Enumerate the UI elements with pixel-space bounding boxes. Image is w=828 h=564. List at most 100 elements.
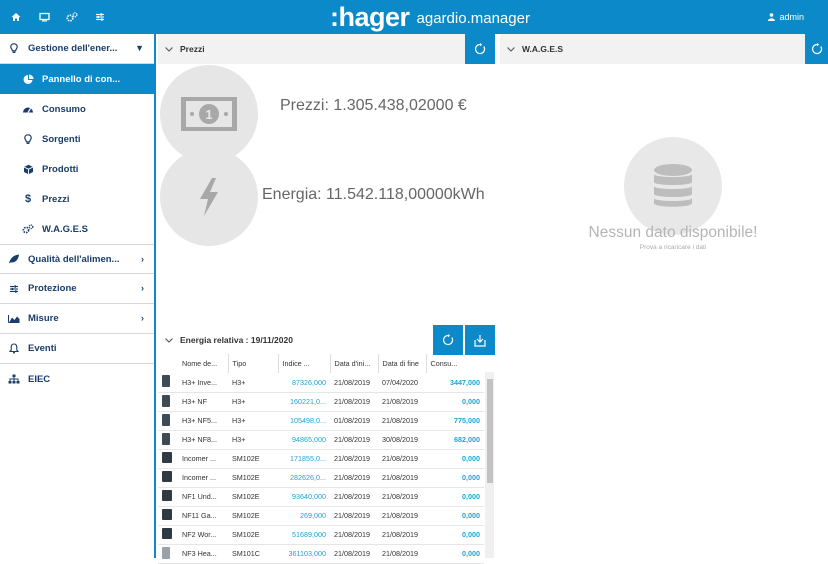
cell-type: H3+ bbox=[228, 411, 278, 431]
sidebar-item-products[interactable]: Prodotti bbox=[0, 154, 154, 184]
sidebar-item-consumption[interactable]: Consumo bbox=[0, 94, 154, 124]
export-button[interactable] bbox=[465, 325, 495, 355]
collapse-chevron-icon[interactable] bbox=[158, 337, 180, 343]
cell-start-date: 21/08/2019 bbox=[330, 468, 378, 488]
device-icon bbox=[158, 525, 178, 545]
area-chart-icon bbox=[6, 314, 22, 323]
table-row[interactable]: NF3 Hea... SM101C 361103,000 21/08/2019 21/0… bbox=[158, 544, 484, 564]
no-data-hint: Prova a ricaricare i dati bbox=[639, 244, 707, 251]
panel-title: Prezzi bbox=[180, 44, 205, 54]
sidebar-item-dashboard[interactable]: Pannello di con... bbox=[0, 64, 154, 94]
cell-name: NF3 Hea... bbox=[178, 544, 228, 564]
sidebar-item-energy-management[interactable]: Gestione dell'ener... ▼ bbox=[0, 34, 154, 64]
cell-consumption: 0,000 bbox=[426, 506, 484, 526]
refresh-icon bbox=[811, 43, 822, 55]
cell-end-date: 21/08/2019 bbox=[378, 449, 426, 469]
hager-logo: :hager bbox=[330, 2, 410, 32]
sidebar-item-label: Gestione dell'ener... bbox=[28, 43, 118, 54]
device-icon bbox=[158, 506, 178, 526]
cell-type: SM102E bbox=[228, 525, 278, 545]
box-icon bbox=[20, 164, 36, 175]
database-icon bbox=[654, 164, 692, 207]
price-total: Prezzi: 1.305.438,02000 € bbox=[280, 97, 467, 114]
cell-name: NF11 Ga... bbox=[178, 506, 228, 526]
column-header[interactable]: Consu... bbox=[426, 354, 484, 373]
column-header[interactable]: Data d'ini... bbox=[330, 354, 379, 373]
table-row[interactable]: H3+ NF5... H3+ 105498,0... 01/08/2019 21/08/… bbox=[158, 411, 484, 431]
cell-name: Incomer ... bbox=[178, 449, 228, 469]
home-icon[interactable] bbox=[4, 0, 28, 34]
energy-total: Energia: 11.542.118,00000kWh bbox=[262, 186, 485, 203]
monitor-icon[interactable] bbox=[32, 0, 56, 34]
cell-end-date: 21/08/2019 bbox=[378, 487, 426, 507]
table-row[interactable]: Incomer ... SM102E 171855,0... 21/08/2019 21… bbox=[158, 449, 484, 469]
cell-end-date: 21/08/2019 bbox=[378, 411, 426, 431]
table-row[interactable]: NF11 Ga... SM102E 269,000 21/08/2019 21/08/2… bbox=[158, 506, 484, 526]
sidebar-item-label: Prezzi bbox=[42, 193, 70, 205]
sliders-icon bbox=[6, 284, 22, 294]
sidebar-item-label: Qualità dell'alimen... bbox=[28, 253, 120, 265]
table-row[interactable]: Incomer ... SM102E 282626,0... 21/08/2019 21… bbox=[158, 468, 484, 488]
table-row[interactable]: H3+ Inve... H3+ 87326,000 21/08/2019 07/04/2… bbox=[158, 373, 484, 393]
device-icon bbox=[158, 392, 178, 412]
cell-index: 94865,000 bbox=[278, 430, 330, 450]
sidebar-item-sources[interactable]: Sorgenti bbox=[0, 124, 154, 154]
sidebar-item-measures[interactable]: Misure › bbox=[0, 304, 154, 334]
bell-icon bbox=[6, 343, 22, 354]
sidebar-item-label: Protezione bbox=[28, 283, 77, 294]
chevron-right-icon: › bbox=[141, 254, 144, 264]
cell-name: NF1 Und... bbox=[178, 487, 228, 507]
cell-start-date: 21/08/2019 bbox=[330, 525, 378, 545]
cell-index: 105498,0... bbox=[278, 411, 330, 431]
column-header[interactable]: Indice ... bbox=[278, 354, 331, 373]
cell-name: H3+ NF8... bbox=[178, 430, 228, 450]
sidebar-item-label: Misure bbox=[28, 313, 59, 324]
gears-icon bbox=[20, 224, 36, 234]
sidebar-item-prices[interactable]: $ Prezzi bbox=[0, 184, 154, 214]
refresh-button[interactable] bbox=[433, 325, 463, 355]
chevron-down-icon: ▼ bbox=[135, 43, 144, 53]
cell-index: 282626,0... bbox=[278, 468, 330, 488]
cell-type: SM102E bbox=[228, 468, 278, 488]
user-name: admin bbox=[779, 12, 804, 22]
scrollbar-thumb[interactable] bbox=[487, 379, 493, 483]
sliders-icon[interactable] bbox=[88, 0, 112, 34]
chevron-right-icon: › bbox=[141, 283, 144, 293]
settings-icon[interactable] bbox=[60, 0, 84, 34]
cell-end-date: 21/08/2019 bbox=[378, 392, 426, 412]
user-menu[interactable]: admin bbox=[768, 0, 804, 34]
collapse-chevron-icon[interactable] bbox=[158, 46, 180, 52]
table-row[interactable]: H3+ NF8... H3+ 94865,000 21/08/2019 30/08/20… bbox=[158, 430, 484, 450]
refresh-button[interactable] bbox=[465, 34, 495, 64]
column-header[interactable]: Tipo bbox=[228, 354, 279, 373]
sidebar-item-power-quality[interactable]: Qualità dell'alimen... › bbox=[0, 244, 154, 274]
refresh-button[interactable] bbox=[805, 34, 828, 64]
sidebar-item-events[interactable]: Eventi bbox=[0, 334, 154, 364]
cell-consumption: 0,000 bbox=[426, 525, 484, 545]
table-row[interactable]: NF1 Und... SM102E 93640,000 21/08/2019 21/08… bbox=[158, 487, 484, 507]
sidebar-item-protection[interactable]: Protezione › bbox=[0, 274, 154, 304]
cell-name: H3+ NF5... bbox=[178, 411, 228, 431]
refresh-icon bbox=[474, 43, 486, 55]
cell-type: H3+ bbox=[228, 392, 278, 412]
cell-index: 160221,0... bbox=[278, 392, 330, 412]
sidebar-item-eiec[interactable]: EIEC bbox=[0, 364, 154, 394]
panel-title: Energia relativa : 19/11/2020 bbox=[180, 335, 293, 345]
collapse-chevron-icon[interactable] bbox=[500, 46, 522, 52]
cell-end-date: 07/04/2020 bbox=[378, 373, 426, 393]
icon-column-header bbox=[158, 354, 178, 373]
table-row[interactable]: H3+ NF H3+ 160221,0... 21/08/2019 21/08/2019… bbox=[158, 392, 484, 412]
sidebar-item-label: Eventi bbox=[28, 343, 57, 354]
top-nav-icons bbox=[0, 0, 112, 34]
cell-start-date: 21/08/2019 bbox=[330, 449, 378, 469]
panel-title: W.A.G.E.S bbox=[522, 44, 564, 54]
device-icon bbox=[158, 468, 178, 488]
column-header[interactable]: Data di fine bbox=[378, 354, 427, 373]
wages-panel-header: W.A.G.E.S bbox=[500, 34, 828, 64]
cell-start-date: 21/08/2019 bbox=[330, 392, 378, 412]
sidebar-item-wages[interactable]: W.A.G.E.S bbox=[0, 214, 154, 244]
cell-name: Incomer ... bbox=[178, 468, 228, 488]
column-header[interactable]: Nome de... bbox=[178, 354, 229, 373]
cell-consumption: 0,000 bbox=[426, 544, 484, 564]
table-row[interactable]: NF2 Wor... SM102E 51689,000 21/08/2019 21/08… bbox=[158, 525, 484, 545]
